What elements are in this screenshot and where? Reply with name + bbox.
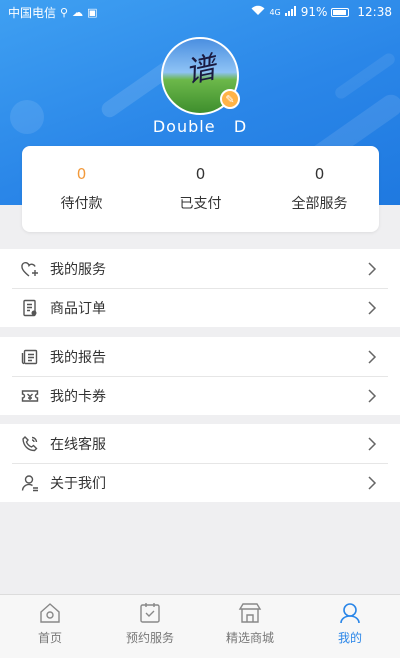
profile-icon [340,603,360,624]
menu-item-label: 我的卡券 [50,388,106,405]
menu-item-my-coupons[interactable]: 我的卡券 [0,376,400,415]
menu-item-label: 我的服务 [50,261,106,278]
tab-me[interactable]: 我的 [300,595,400,658]
stat-paid[interactable]: 0 已支付 [141,146,260,232]
stat-value: 0 [195,165,206,183]
status-bar: 中国电信 ⚲ ☁ ▣ 4G 91% 12:38 [0,0,400,24]
menu-group-support: 在线客服 关于我们 [0,424,400,502]
chevron-right-icon [368,436,377,451]
menu-item-label: 我的报告 [50,349,106,366]
chevron-right-icon [368,349,377,364]
phone-icon [20,434,40,454]
home-icon [40,603,60,623]
wifi-icon [251,5,265,19]
user-icon [20,473,40,493]
menu-item-label: 商品订单 [50,300,106,317]
coupon-icon [20,386,40,406]
stat-all-services[interactable]: 0 全部服务 [260,146,379,232]
battery-icon [331,7,350,17]
menu-item-about-us[interactable]: 关于我们 [0,463,400,502]
stat-pending-payment[interactable]: 0 待付款 [22,146,141,232]
menu-item-label: 在线客服 [50,436,106,453]
menu-group-orders: 我的服务 商品订单 [0,249,400,327]
tab-label: 首页 [37,631,62,645]
carrier-text: 中国电信 [8,5,57,20]
tab-home[interactable]: 首页 [0,595,100,658]
tab-label: 预约服务 [125,631,174,645]
avatar-signature-image: 谱 [182,50,220,91]
shop-icon [238,603,262,623]
chevron-right-icon [368,388,377,403]
tab-appointment[interactable]: 预约服务 [100,595,200,658]
chevron-right-icon [368,300,377,315]
tab-shop[interactable]: 精选商城 [200,595,300,658]
chevron-right-icon [368,475,377,490]
bottom-tab-bar: 首页 预约服务 精选商城 我的 [0,594,400,658]
order-icon [20,298,40,318]
stat-value: 0 [76,165,87,183]
menu-item-product-orders[interactable]: 商品订单 [0,288,400,327]
heart-plus-icon [20,259,40,279]
signal-label: 4G [269,7,281,17]
username: Double D [152,117,248,136]
order-stats-card: 0 待付款 0 已支付 0 全部服务 [22,146,379,232]
signal-icon [284,5,297,19]
battery-percent: 91% [300,5,328,19]
menu-group-records: 我的报告 我的卡券 [0,337,400,415]
chevron-right-icon [368,261,377,276]
stat-label: 待付款 [60,196,103,212]
cloud-icon: ☁ [72,5,84,19]
report-icon [20,347,40,367]
stat-label: 已支付 [179,196,222,212]
tab-label: 精选商城 [225,631,274,645]
menu-item-my-reports[interactable]: 我的报告 [0,337,400,376]
image-icon: ▣ [87,5,98,19]
menu-item-label: 关于我们 [50,475,106,492]
tab-label: 我的 [337,631,362,645]
stat-label: 全部服务 [291,196,348,212]
stat-value: 0 [314,165,325,183]
usb-icon: ⚲ [60,5,69,19]
edit-avatar-icon[interactable]: ✎ [220,89,240,109]
menu-item-online-support[interactable]: 在线客服 [0,424,400,463]
clock: 12:38 [357,5,392,19]
appointment-icon [140,603,160,623]
menu-item-my-services[interactable]: 我的服务 [0,249,400,288]
